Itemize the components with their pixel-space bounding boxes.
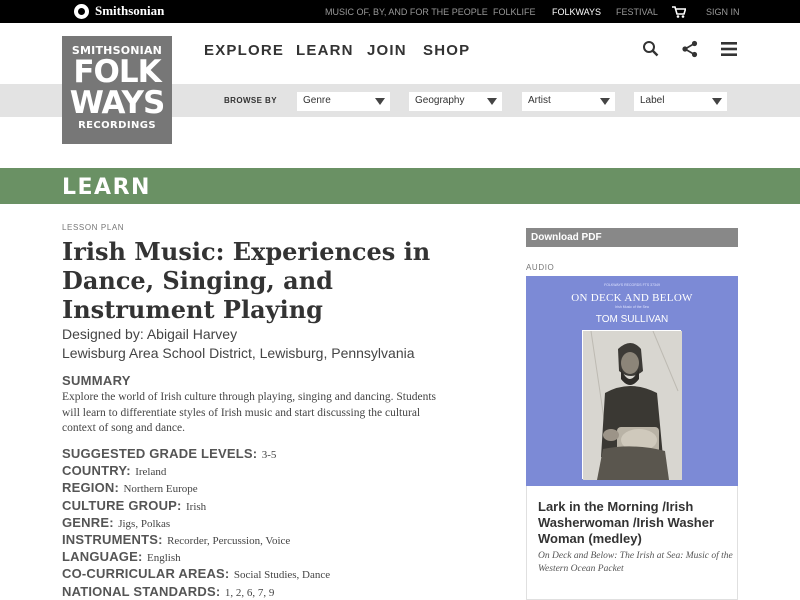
browse-by-label: BROWSE BY — [224, 96, 277, 105]
chevron-down-icon — [600, 98, 610, 105]
fact-label: CO-CURRICULAR AREAS: — [62, 566, 230, 582]
fact-region: REGION: Northern Europe — [62, 479, 330, 496]
nav-explore[interactable]: EXPLORE — [204, 42, 284, 59]
fact-value: Recorder, Percussion, Voice — [167, 534, 291, 547]
album-artist: TOM SULLIVAN — [595, 314, 669, 325]
menu-icon[interactable] — [720, 40, 738, 58]
fact-label: NATIONAL STANDARDS: — [62, 583, 221, 599]
genre-select-label: Genre — [303, 95, 331, 106]
fact-label: SUGGESTED GRADE LEVELS: — [62, 446, 258, 461]
designer-school: Lewisburg Area School District, Lewisbur… — [62, 345, 415, 361]
fact-value: Jigs, Polkas — [118, 517, 171, 530]
chevron-down-icon — [712, 98, 722, 105]
summary-heading: SUMMARY — [62, 373, 131, 388]
smithsonian-logo[interactable]: Smithsonian — [74, 3, 164, 19]
album-catalog-text: FOLKWAYS RECORDS FTS 37349 — [604, 283, 660, 287]
sunburst-icon — [74, 3, 89, 19]
folkways-logo[interactable]: SMITHSONIAN FOLK WAYS RECORDINGS — [62, 36, 172, 144]
fact-value: 1, 2, 6, 7, 9 — [224, 586, 275, 599]
logo-line-recordings: RECORDINGS — [78, 120, 156, 131]
fact-instruments: INSTRUMENTS: Recorder, Percussion, Voice — [62, 531, 330, 548]
artist-select-label: Artist — [528, 95, 551, 106]
fact-value: Ireland — [135, 466, 167, 479]
fact-label: LANGUAGE: — [62, 549, 143, 565]
fact-label: REGION: — [62, 480, 120, 496]
top-link-music[interactable]: MUSIC OF, BY, AND FOR THE PEOPLE — [325, 7, 488, 17]
album-title: ON DECK AND BELOW — [571, 292, 693, 304]
search-icon[interactable] — [642, 40, 660, 58]
nav-learn[interactable]: LEARN — [296, 42, 354, 59]
track-title[interactable]: Lark in the Morning /Irish Washerwoman /… — [538, 499, 733, 547]
top-bar: Smithsonian MUSIC OF, BY, AND FOR THE PE… — [0, 0, 800, 23]
fact-value: Social Studies, Dance — [233, 569, 331, 582]
fact-label: GENRE: — [62, 514, 114, 530]
fact-country: COUNTRY: Ireland — [62, 462, 330, 479]
share-icon[interactable] — [681, 40, 699, 58]
cart-icon[interactable] — [672, 6, 686, 18]
fact-culture-group: CULTURE GROUP: Irish — [62, 497, 330, 514]
nav-shop[interactable]: SHOP — [423, 42, 470, 59]
track-album[interactable]: On Deck and Below: The Irish at Sea: Mus… — [538, 550, 733, 576]
page-title: Irish Music: Experiences in Dance, Singi… — [62, 237, 431, 324]
fact-co-curricular: CO-CURRICULAR AREAS: Social Studies, Dan… — [62, 565, 330, 582]
fact-national-standards: NATIONAL STANDARDS: 1, 2, 6, 7, 9 — [62, 583, 330, 600]
album-cover[interactable]: FOLKWAYS RECORDS FTS 37349 ON DECK AND B… — [526, 276, 738, 486]
top-link-folklife[interactable]: FOLKLIFE — [493, 7, 536, 17]
logo-line-ways: WAYS — [69, 85, 166, 121]
fact-genre: GENRE: Jigs, Polkas — [62, 514, 330, 531]
audio-label: AUDIO — [526, 263, 555, 272]
logo-line-folk: FOLK — [73, 54, 161, 90]
fact-value: Irish — [186, 500, 207, 513]
fact-value: 3-5 — [261, 449, 277, 461]
top-link-festival[interactable]: FESTIVAL — [616, 7, 658, 17]
fact-value: English — [146, 552, 181, 565]
genre-select[interactable]: Genre — [297, 92, 390, 111]
fact-label: CULTURE GROUP: — [62, 497, 182, 513]
fact-label: INSTRUMENTS: — [62, 531, 163, 547]
fact-value: Northern Europe — [123, 483, 198, 496]
artist-select[interactable]: Artist — [522, 92, 615, 111]
artist-photo — [582, 330, 682, 481]
album-subtitle: Irish Music of the Sea — [615, 305, 649, 309]
lesson-type-label: LESSON PLAN — [62, 223, 125, 232]
label-select[interactable]: Label — [634, 92, 727, 111]
chevron-down-icon — [487, 98, 497, 105]
geography-select[interactable]: Geography — [409, 92, 502, 111]
geography-select-label: Geography — [415, 95, 465, 106]
lesson-facts: SUGGESTED GRADE LEVELS: 3-5 COUNTRY: Ire… — [62, 445, 330, 600]
smithsonian-brand: Smithsonian — [95, 3, 165, 18]
label-select-label: Label — [640, 95, 665, 106]
musician-illustration — [583, 330, 682, 481]
nav-join[interactable]: JOIN — [367, 42, 407, 59]
audio-track-card[interactable]: Lark in the Morning /Irish Washerwoman /… — [526, 486, 738, 600]
summary-text: Explore the world of Irish culture throu… — [62, 391, 437, 434]
designer-name: Designed by: Abigail Harvey — [62, 326, 238, 342]
fact-grade-levels: SUGGESTED GRADE LEVELS: 3-5 — [62, 445, 330, 462]
chevron-down-icon — [375, 98, 385, 105]
section-title: LEARN — [62, 175, 151, 200]
designer-info: Designed by: Abigail Harvey Lewisburg Ar… — [62, 325, 415, 363]
fact-language: LANGUAGE: English — [62, 548, 330, 565]
section-banner: LEARN — [0, 168, 800, 204]
top-link-folkways[interactable]: FOLKWAYS — [552, 7, 601, 17]
sign-in-link[interactable]: SIGN IN — [706, 7, 740, 17]
fact-label: COUNTRY: — [62, 463, 131, 479]
download-pdf-button[interactable]: Download PDF — [526, 228, 738, 247]
